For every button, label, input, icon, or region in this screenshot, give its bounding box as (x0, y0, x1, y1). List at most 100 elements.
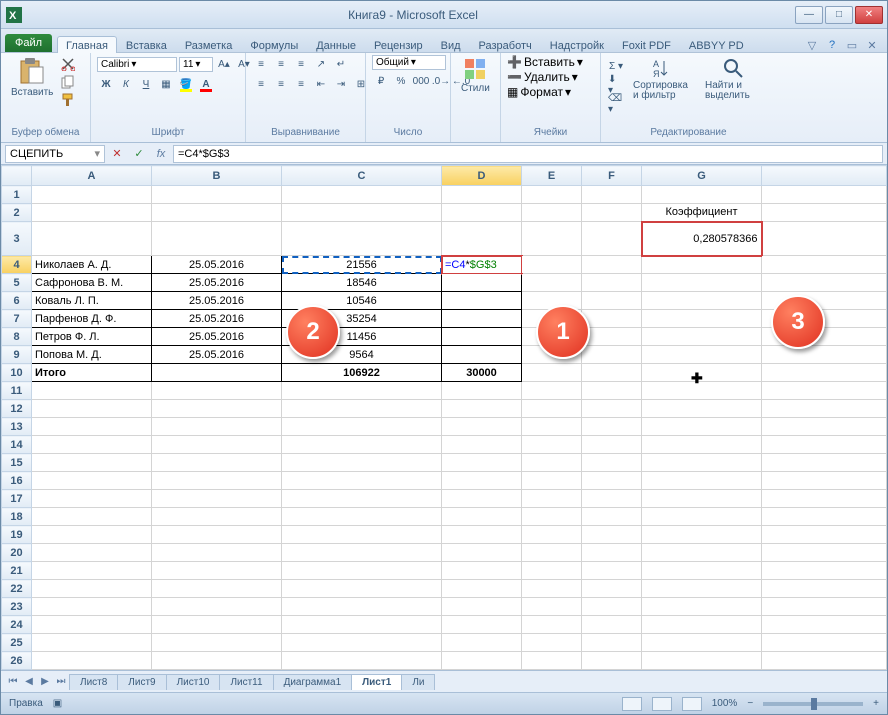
cell[interactable] (582, 580, 642, 598)
sheet-nav-prev-icon[interactable]: ◀ (21, 674, 37, 690)
spreadsheet-grid[interactable]: ABCDEFG 12Коэффициент3ИмяДатаСумма зараб… (1, 165, 887, 670)
col-header-B[interactable]: B (152, 166, 282, 186)
cell[interactable] (582, 364, 642, 382)
border-button[interactable]: ▦ (157, 75, 175, 93)
cell[interactable] (762, 634, 887, 652)
cell[interactable] (582, 526, 642, 544)
row-header-19[interactable]: 19 (2, 526, 32, 544)
col-header-G[interactable]: G (642, 166, 762, 186)
cell[interactable] (582, 346, 642, 364)
cell[interactable] (152, 400, 282, 418)
cell[interactable] (582, 454, 642, 472)
cell[interactable] (642, 652, 762, 670)
cell[interactable] (522, 508, 582, 526)
cell[interactable] (152, 436, 282, 454)
cell[interactable] (442, 186, 522, 204)
cell[interactable] (32, 472, 152, 490)
col-header-C[interactable]: C (282, 166, 442, 186)
align-middle-icon[interactable]: ≡ (272, 55, 290, 73)
cell[interactable]: Сумма заработной платы, руб. (282, 222, 442, 256)
cell[interactable] (442, 436, 522, 454)
cell[interactable] (522, 186, 582, 204)
cell[interactable] (32, 598, 152, 616)
cell[interactable] (442, 400, 522, 418)
cut-icon[interactable] (61, 57, 75, 71)
cell[interactable] (442, 508, 522, 526)
cell[interactable]: Итого (32, 364, 152, 382)
cell[interactable] (522, 364, 582, 382)
cell[interactable]: Попова М. Д. (32, 346, 152, 364)
fx-icon[interactable]: fx (151, 145, 171, 163)
cell[interactable] (152, 472, 282, 490)
cell[interactable] (522, 382, 582, 400)
cell[interactable] (522, 436, 582, 454)
enter-formula-icon[interactable]: ✓ (129, 145, 149, 163)
cell[interactable] (282, 490, 442, 508)
row-header-6[interactable]: 6 (2, 292, 32, 310)
cell[interactable] (582, 400, 642, 418)
cell[interactable] (442, 418, 522, 436)
cell[interactable] (282, 598, 442, 616)
fill-color-button[interactable]: 🪣 (177, 75, 195, 93)
cell[interactable]: 30000 (442, 364, 522, 382)
currency-icon[interactable]: ₽ (372, 72, 390, 90)
number-format-combo[interactable]: Общий▾ (372, 55, 446, 70)
cell[interactable] (442, 598, 522, 616)
cell[interactable] (152, 490, 282, 508)
cell[interactable] (522, 598, 582, 616)
window-restore-icon[interactable]: ▭ (845, 38, 859, 52)
cell[interactable] (762, 222, 887, 256)
cell[interactable] (282, 526, 442, 544)
mdi-close-icon[interactable]: ✕ (865, 38, 879, 52)
cell[interactable]: 0,280578366 (642, 222, 762, 256)
row-header-7[interactable]: 7 (2, 310, 32, 328)
cell[interactable] (642, 328, 762, 346)
cell[interactable] (152, 598, 282, 616)
cell[interactable] (152, 652, 282, 670)
cell[interactable] (152, 364, 282, 382)
cell[interactable] (582, 490, 642, 508)
increase-decimal-icon[interactable]: .0→ (432, 72, 450, 90)
cell[interactable] (642, 292, 762, 310)
cell[interactable] (582, 616, 642, 634)
cell[interactable] (32, 616, 152, 634)
row-header-8[interactable]: 8 (2, 328, 32, 346)
sort-filter-button[interactable]: AЯ Сортировка и фильтр (629, 55, 697, 103)
cell[interactable] (762, 670, 887, 671)
cell[interactable] (442, 310, 522, 328)
cell[interactable] (442, 544, 522, 562)
sheet-tab-1[interactable]: Лист9 (117, 674, 166, 690)
font-size-combo[interactable]: 11▾ (179, 57, 213, 72)
cell[interactable] (642, 580, 762, 598)
row-header-21[interactable]: 21 (2, 562, 32, 580)
cell[interactable] (442, 490, 522, 508)
cell[interactable] (152, 562, 282, 580)
sheet-nav-last-icon[interactable]: ⏭ (53, 674, 69, 690)
row-header-27[interactable]: 27 (2, 670, 32, 671)
cell[interactable] (642, 256, 762, 274)
cell[interactable] (582, 222, 642, 256)
cell[interactable]: Петров Ф. Л. (32, 328, 152, 346)
cell[interactable] (442, 616, 522, 634)
cell[interactable] (32, 634, 152, 652)
cell[interactable] (762, 526, 887, 544)
row-header-4[interactable]: 4 (2, 256, 32, 274)
bold-button[interactable]: Ж (97, 75, 115, 93)
cell[interactable] (762, 490, 887, 508)
row-header-26[interactable]: 26 (2, 652, 32, 670)
cell[interactable] (32, 436, 152, 454)
cell[interactable] (32, 652, 152, 670)
cell[interactable] (282, 508, 442, 526)
cell[interactable] (582, 292, 642, 310)
cell[interactable] (642, 346, 762, 364)
cell[interactable] (442, 562, 522, 580)
cell[interactable] (762, 204, 887, 222)
cell[interactable] (522, 274, 582, 292)
cell[interactable] (642, 508, 762, 526)
sheet-tab-5[interactable]: Лист1 (351, 674, 402, 690)
cell[interactable] (582, 274, 642, 292)
cell[interactable] (522, 634, 582, 652)
cell[interactable] (442, 346, 522, 364)
cell[interactable] (642, 400, 762, 418)
cell[interactable] (282, 454, 442, 472)
